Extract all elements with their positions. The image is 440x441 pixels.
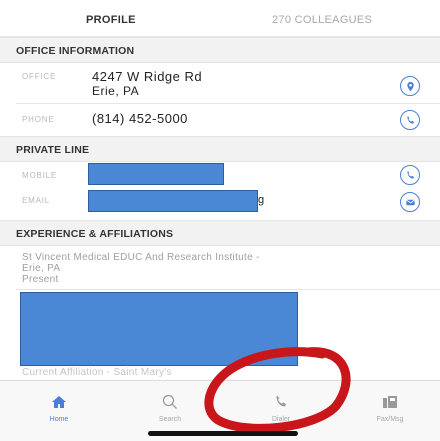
affiliation-line1: St Vincent Medical EDUC And Research Ins… xyxy=(22,252,260,263)
office-address: 4247 W Ridge Rd Erie, PA xyxy=(92,69,203,99)
private-line-header: PRIVATE LINE xyxy=(0,136,440,162)
current-affiliation-cut: Current Affiliation - Saint Mary's xyxy=(22,367,172,378)
home-indicator xyxy=(148,431,298,436)
affiliation-line2: Erie, PA xyxy=(22,263,61,274)
nav-home-label: Home xyxy=(49,416,69,423)
divider xyxy=(16,289,440,290)
phone-icon xyxy=(406,170,414,179)
affiliation-line3: Present xyxy=(22,274,59,285)
email-tail: g xyxy=(258,194,265,206)
nav-faxmsg[interactable]: Fax/Msg xyxy=(355,381,425,441)
profile-tabs: PROFILE 270 COLLEAGUES xyxy=(0,0,440,37)
divider xyxy=(16,103,440,104)
email-label: EMAIL xyxy=(22,196,51,205)
office-address-line1: 4247 W Ridge Rd xyxy=(92,69,203,84)
mail-icon xyxy=(405,199,415,205)
call-mobile-button[interactable] xyxy=(400,165,420,185)
search-icon xyxy=(162,394,177,409)
phone-label: PHONE xyxy=(22,115,55,124)
nav-search-label: Search xyxy=(158,416,182,423)
office-information-heading: OFFICE INFORMATION xyxy=(16,45,135,57)
private-line-heading: PRIVATE LINE xyxy=(16,144,90,156)
tab-colleagues[interactable]: 270 COLLEAGUES xyxy=(272,14,372,26)
experience-header: EXPERIENCE & AFFILIATIONS xyxy=(0,220,440,246)
map-pin-button[interactable] xyxy=(400,76,420,96)
fax-icon xyxy=(383,396,397,408)
experience-heading: EXPERIENCE & AFFILIATIONS xyxy=(16,228,174,240)
affiliation-entry: St Vincent Medical EDUC And Research Ins… xyxy=(22,252,260,285)
email-button[interactable] xyxy=(400,192,420,212)
office-information-header: OFFICE INFORMATION xyxy=(0,37,440,63)
mobile-redaction xyxy=(88,163,224,185)
office-phone[interactable]: (814) 452-5000 xyxy=(92,112,188,126)
office-address-line2: Erie, PA xyxy=(92,84,140,98)
red-circle-annotation xyxy=(204,347,351,432)
call-office-button[interactable] xyxy=(400,110,420,130)
email-redaction xyxy=(88,190,258,212)
tab-profile[interactable]: PROFILE xyxy=(86,14,136,26)
phone-icon xyxy=(406,115,414,124)
mobile-label: MOBILE xyxy=(22,171,58,180)
map-pin-icon xyxy=(406,81,414,91)
nav-faxmsg-label: Fax/Msg xyxy=(376,416,404,423)
nav-home[interactable]: Home xyxy=(24,381,94,441)
home-icon xyxy=(52,396,66,408)
office-label: OFFICE xyxy=(22,72,57,81)
